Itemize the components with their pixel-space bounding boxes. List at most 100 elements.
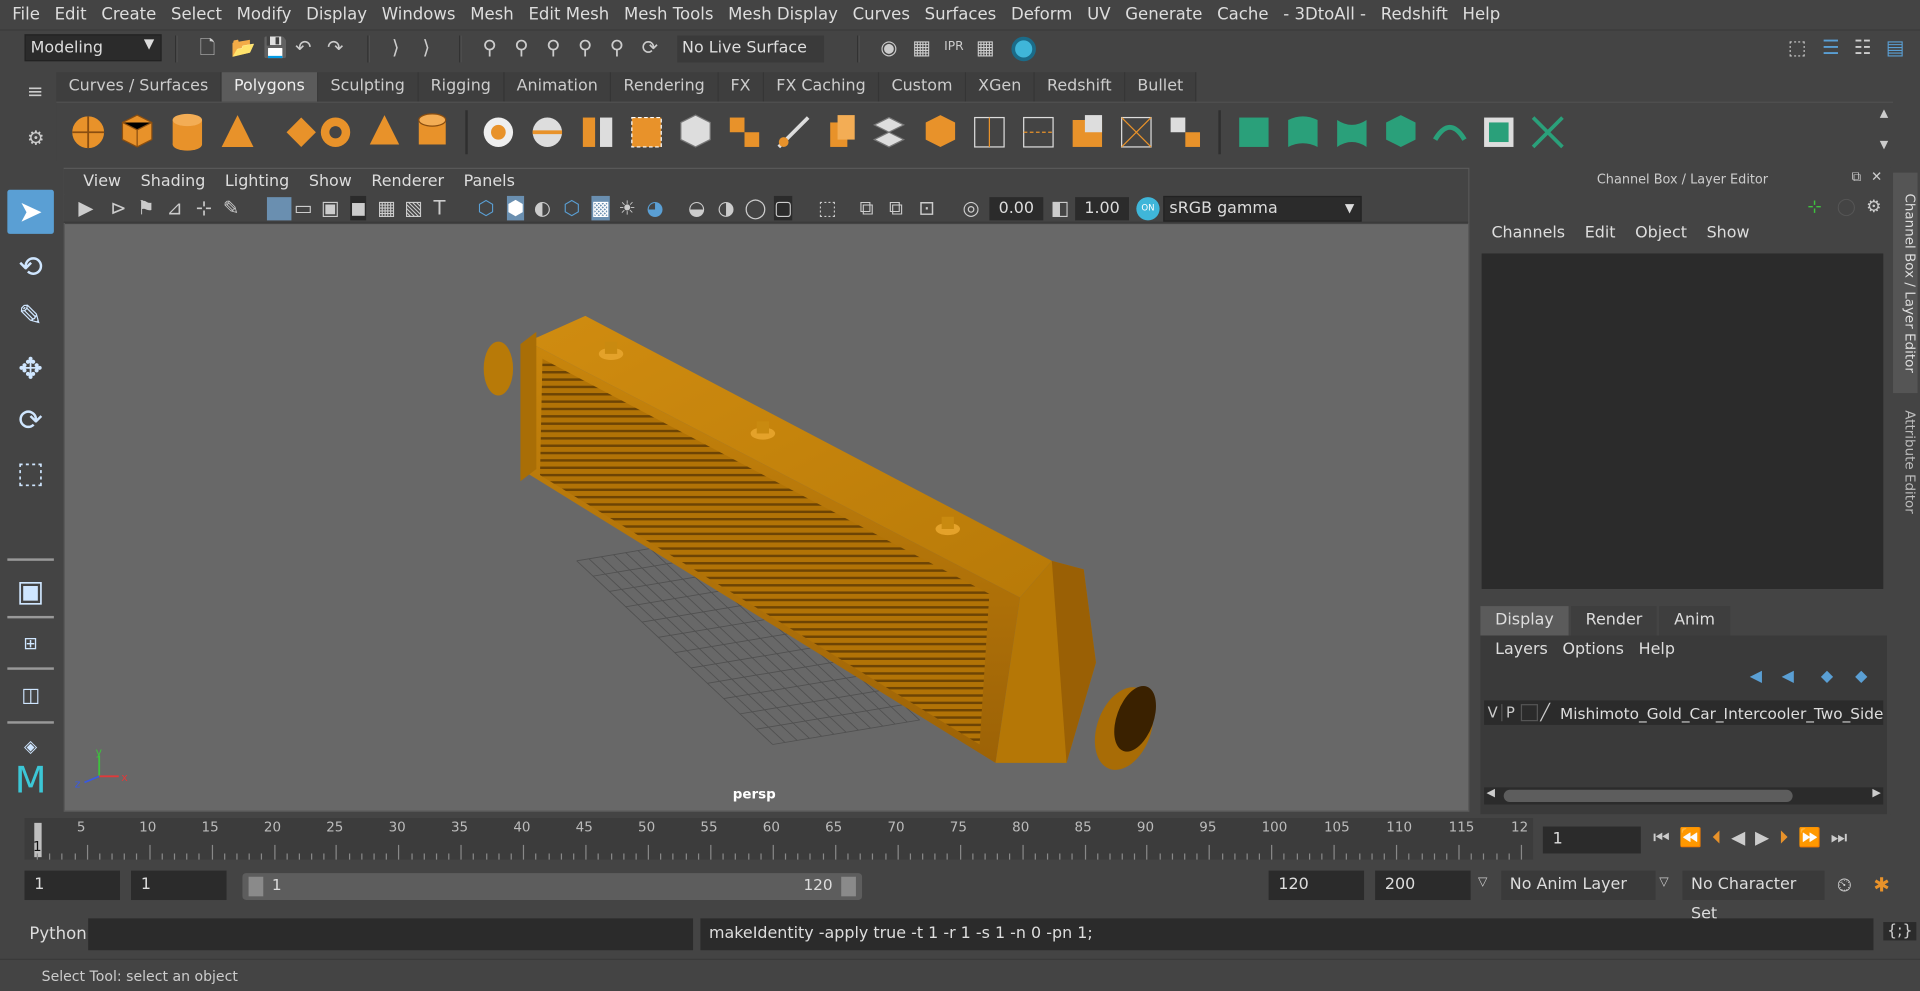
menu-item[interactable]: Create [94,5,164,25]
menu-item[interactable]: Mesh Display [721,5,845,25]
time-slider[interactable]: 1 5 10 15 20 25 30 35 40 45 50 55 60 65 70 75 80 85 90 95 1… [24,817,1534,860]
layer-menu-item[interactable]: Help [1631,640,1682,658]
multi-cut-icon[interactable] [777,116,810,149]
textured-icon[interactable]: ▩ [591,195,610,221]
range-slider[interactable]: 1 120 [242,873,863,901]
layer-menu-item[interactable]: Layers [1488,640,1555,658]
layout-side-icon[interactable]: ◫ [7,673,54,717]
range-slider-end-handle[interactable] [841,876,856,897]
view-transform-dropdown[interactable]: sRGB gamma ▼ [1163,195,1362,222]
layer-menu-item[interactable]: Options [1555,640,1631,658]
channel-box-menu-item[interactable]: Object [1625,224,1696,248]
resolution-gate-icon[interactable]: ▣ [321,196,340,220]
viewport-menu-item[interactable]: Panels [454,173,525,191]
shelf-tab[interactable]: XGen [965,72,1035,102]
menu-item[interactable]: Mesh Tools [617,5,721,25]
xray-icon[interactable]: ⧉ [860,196,874,220]
wireframe-on-shaded-icon[interactable]: ⬡ [563,196,580,220]
poly-plane-icon[interactable] [286,117,316,147]
viewport-scene[interactable]: y x z persp [65,224,1468,811]
play-backwards-icon[interactable]: ◀ [1731,827,1745,849]
menu-item[interactable]: Select [164,5,230,25]
paint-select-tool-icon[interactable]: ✎ [7,294,54,338]
open-scene-icon[interactable]: 📂 [231,36,255,60]
add-divisions-icon[interactable] [974,116,1005,148]
undo-icon[interactable]: ↶ [295,36,311,60]
lasso-tool-icon[interactable]: ⟲ [7,245,54,289]
offset-loop-icon[interactable] [1072,115,1103,147]
layer-editor-tab[interactable]: Anim [1659,606,1730,636]
color-management-toggle-icon[interactable]: ON [1136,197,1160,221]
go-to-end-icon[interactable]: ⏭ [1831,827,1848,849]
scroll-right-icon[interactable]: ▶ [1872,787,1880,799]
play-forwards-icon[interactable]: ▶ [1755,827,1769,849]
shelf-tab[interactable]: Polygons [221,72,319,102]
go-to-start-icon[interactable]: ⏮ [1653,827,1670,849]
poly-sphere-icon[interactable] [72,116,105,149]
viewport-menu-item[interactable]: Lighting [215,173,299,191]
float-panel-icon[interactable]: ⧉ [1851,169,1861,186]
layer-playback-toggle[interactable]: P [1501,704,1518,722]
snap-view-plane-icon[interactable]: ⚲ [578,36,592,60]
poly-prism-icon[interactable] [369,115,400,145]
depth-of-field-icon[interactable]: ▢ [773,195,793,221]
attribute-editor-toggle-icon[interactable]: ☰ [1822,36,1840,60]
grease-pencil-icon[interactable]: ✎ [223,196,239,220]
menu-item[interactable]: Mesh [463,5,521,25]
new-layer-icon[interactable]: ◀ [1750,667,1762,685]
hypershade-icon[interactable] [1011,36,1036,62]
render-frame-icon[interactable]: ▦ [912,36,931,60]
safe-title-icon[interactable]: T [433,196,445,220]
menu-item[interactable]: Cache [1210,5,1276,25]
layer-row[interactable]: V P ╱ Mishimoto_Gold_Car_Intercooler_Two… [1484,700,1883,725]
menu-item[interactable]: Help [1455,5,1507,25]
isolate-select-icon[interactable]: ⬚ [818,196,837,220]
viewport-menu-item[interactable]: Renderer [362,173,454,191]
shelf-tab[interactable]: Bullet [1125,72,1197,102]
shelf-tab[interactable]: Custom [879,72,966,102]
intercooler-model[interactable] [483,315,1164,778]
uv-layout-icon[interactable] [1531,116,1564,149]
visibility-icon[interactable]: ◯ [1837,197,1856,217]
auto-key-icon[interactable]: ⏲ [1837,873,1852,897]
menu-item[interactable]: Edit [47,5,94,25]
poly-cylinder-icon[interactable] [172,113,203,151]
end-time-field[interactable]: 200 [1375,870,1471,901]
merge-icon[interactable] [1170,117,1201,147]
menu-item[interactable]: Deform [1004,5,1080,25]
uv-unfold-icon[interactable] [1433,124,1467,141]
script-editor-icon[interactable]: {;} [1883,922,1917,941]
save-scene-icon[interactable]: 💾 [263,36,287,60]
select-tool-icon[interactable]: ➤ [7,189,54,234]
menu-item[interactable]: Windows [374,5,462,25]
layout-four-icon[interactable]: ⊞ [7,622,54,666]
rotate-tool-icon[interactable]: ⟳ [7,398,54,442]
uv-spherical-icon[interactable] [1337,120,1367,147]
menu-item[interactable]: Display [299,5,375,25]
default-material-icon[interactable]: ◐ [534,196,551,220]
screen-space-ao-icon[interactable]: ◒ [688,196,705,220]
poly-cone-icon[interactable] [221,115,254,147]
uv-editor-icon[interactable] [1484,117,1514,147]
menu-item[interactable]: Curves [845,5,917,25]
layer-visibility-toggle[interactable]: V [1484,704,1501,721]
shelf-scroll-down-icon[interactable]: ▼ [1880,140,1888,152]
snap-live-icon[interactable]: ⟳ [642,36,658,60]
shelf-tab[interactable]: Sculpting [318,72,419,102]
menu-item[interactable]: File [5,5,47,25]
viewport-menu-item[interactable]: Shading [131,173,215,191]
shelf-tab[interactable]: Redshift [1034,72,1126,102]
scroll-left-icon[interactable]: ◀ [1487,787,1495,799]
snap-point-icon[interactable]: ⚲ [546,36,560,60]
layer-name[interactable]: Mishimoto_Gold_Car_Intercooler_Two_Side [1560,703,1883,721]
mode-dropdown[interactable]: Modeling ▼ [24,34,162,62]
uv-cylindrical-icon[interactable] [1288,116,1318,147]
menu-item[interactable]: Redshift [1373,5,1455,25]
render-settings-icon[interactable]: ▦ [976,36,995,60]
side-tab-channel-box[interactable]: Channel Box / Layer Editor [1893,172,1918,394]
command-input[interactable] [88,918,694,951]
scrollbar-thumb[interactable] [1503,789,1793,803]
move-tool-icon[interactable]: ✥ [7,347,54,391]
live-surface-field[interactable]: No Live Surface [677,35,825,63]
safe-action-icon[interactable]: ▧ [404,196,423,220]
